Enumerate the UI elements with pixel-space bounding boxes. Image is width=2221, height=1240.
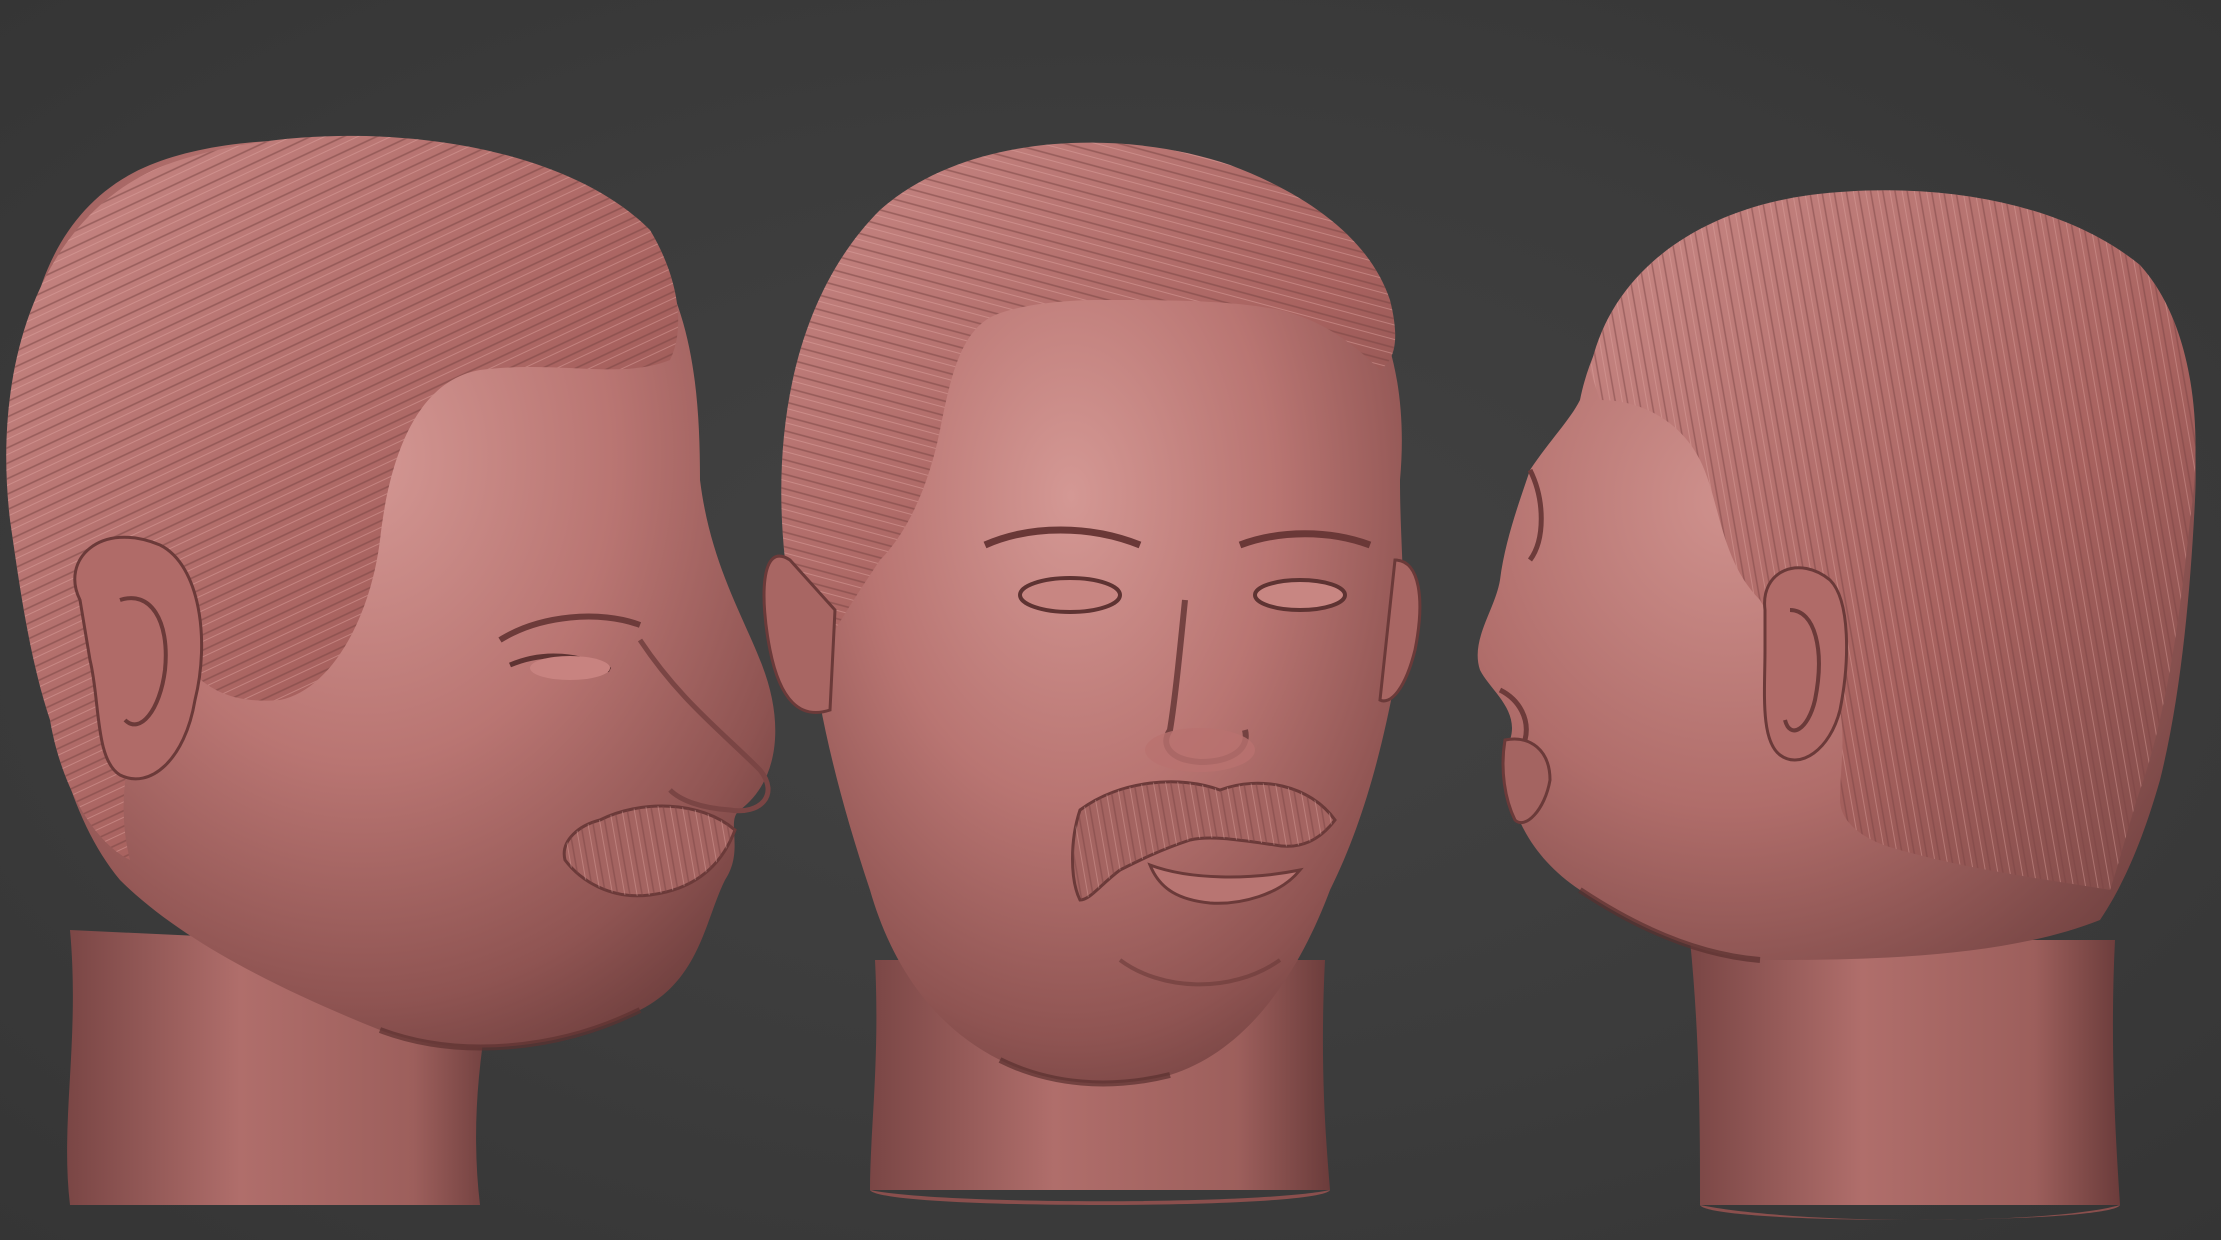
sculpt-render: [6, 135, 2196, 1220]
head-three-quarter-view: [6, 135, 776, 1205]
head-front-view: [762, 142, 1422, 1205]
head-back-three-quarter-view: [1477, 190, 2196, 1220]
viewport-canvas[interactable]: [0, 0, 2221, 1240]
